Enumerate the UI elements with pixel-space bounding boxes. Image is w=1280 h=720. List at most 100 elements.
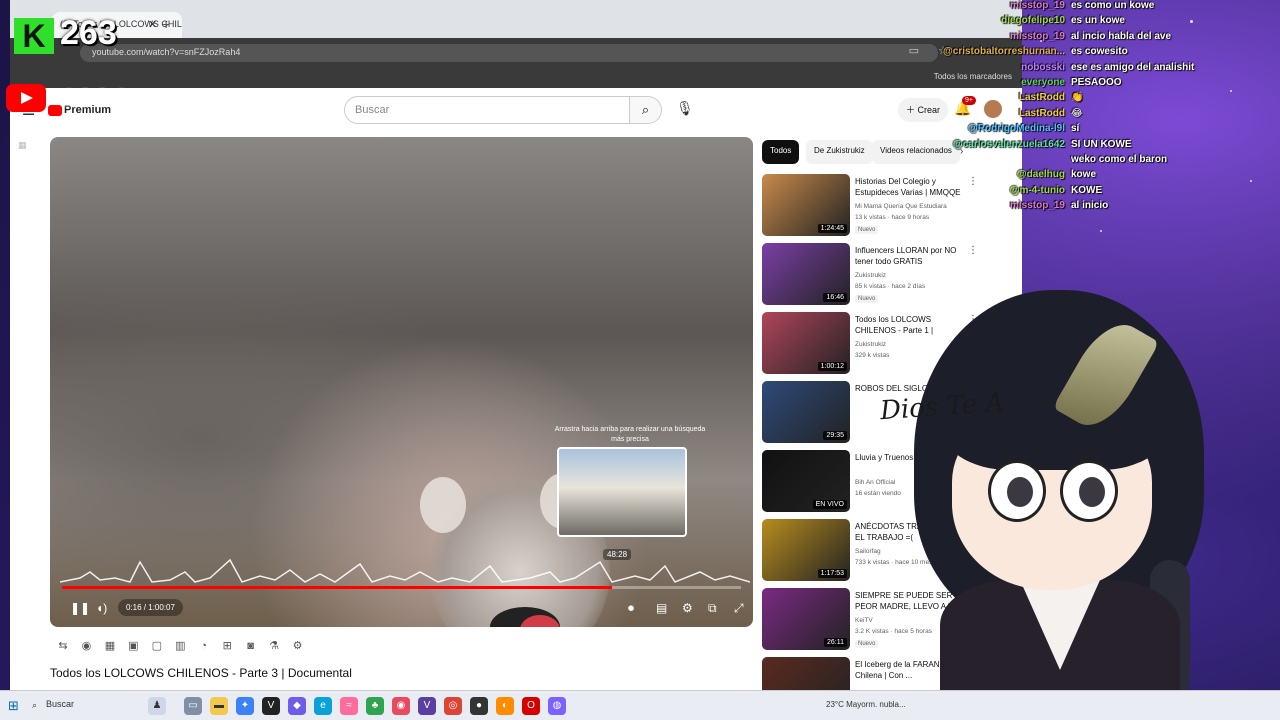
windows-start-icon[interactable]: ⊞ [8,698,19,714]
edge-icon[interactable]: e [314,697,332,715]
recommendation-thumbnail[interactable]: 1:00:12 [762,312,850,374]
video-duration: 26:11 [824,638,847,647]
chat-message: @m-4-tunio KOWE [930,185,1102,199]
bookmarks-bar: ▦ Todos los marcadores [10,68,1022,150]
youtube-header: ☰ Premium Buscar ⌕ 🎙 ＋ Crear 🔔 9+ [10,88,1022,134]
chat-text: KOWE [1071,184,1103,196]
search-icon: ⌕ [641,102,650,117]
chat-username: LastRodd [1018,92,1065,104]
windows-taskbar: ⊞ ⌕ Buscar ♟ ▭ ▬ ✦ V ◆ e ≈ ♣ ◉ V ◎ ● ◐ O… [0,690,1280,720]
taskbar-search-label[interactable]: Buscar [46,699,74,709]
frame-icon[interactable]: ▢ [150,639,164,652]
app-icon[interactable]: ◆ [288,697,306,715]
expand-icon[interactable]: ⊞ [220,639,234,652]
loop-icon[interactable]: ⇆ [56,639,70,652]
chat-message: diegofelipe10 es un kowe [930,15,1125,29]
avatar-eye-right [1060,460,1118,522]
app-green-icon[interactable]: ♣ [366,697,384,715]
volume-icon[interactable]: ◖) [96,601,107,615]
visual-studio-icon[interactable]: V [418,697,436,715]
seek-hint-text: Arrastra hacia arriba para realizar una … [554,426,706,443]
weather-tray[interactable]: 23°C Mayorm. nubla... [826,700,906,709]
chat-text: sí [1071,123,1080,135]
app-red-icon[interactable]: ◉ [392,697,410,715]
settings-gear-icon[interactable]: ⚙ [682,601,693,615]
recommendation-thumbnail[interactable]: 29:35 [762,381,850,443]
pause-icon[interactable]: ❚❚ [70,601,90,615]
recommendation-channel[interactable]: KeiTV [855,617,873,624]
speed-icon[interactable]: ◔ [197,640,211,652]
close-tab-icon[interactable]: ✕ [148,18,157,31]
chrome-icon[interactable]: ◎ [444,697,462,715]
recommendation-thumbnail[interactable]: 26:11 [762,588,850,650]
chat-message: misstop_19 es como un kowe [930,0,1154,14]
more-options-icon[interactable]: ⋮ [968,245,978,256]
url-input[interactable]: youtube.com/watch?v=snFZJozRah4 [80,44,938,62]
taskbar-search-icon[interactable]: ⌕ [32,700,37,711]
apps-grid-icon[interactable]: ▦ [18,140,27,151]
recommendation-thumbnail[interactable] [762,657,850,690]
video-duration: 29:35 [823,431,847,440]
flask-icon[interactable]: ⚗ [267,639,281,652]
chat-message: misstop_19 al incio habla del ave [930,31,1171,45]
chat-text: 😂 [1071,107,1083,119]
chat-text: al inicio [1071,200,1109,212]
chat-username: nobosski [1021,61,1065,73]
layout-icon[interactable]: ▥ [173,639,187,652]
chat-text: weko como el baron [1071,154,1168,165]
recommendation-meta: 13 k vistas · hace 9 horas [855,214,930,221]
chat-username: misstop_19 [1009,200,1065,212]
time-display: 0:16 / 1:00:07 [118,599,183,616]
copilot-icon[interactable]: ✦ [236,697,254,715]
chat-text: ese es amigo del analishit [1071,61,1195,73]
taskview-icon[interactable]: ▭ [184,697,202,715]
video-player[interactable]: Arrastra hacia arriba para realizar una … [50,137,753,627]
counter-logo: K [14,18,54,54]
search-button[interactable]: ⌕ [630,96,662,124]
app-pink-icon[interactable]: ≈ [340,697,358,715]
new-tab-icon[interactable]: + [162,16,170,32]
chip-de-zukistrukiz[interactable]: De Zukistrukiz [806,140,873,164]
fullscreen-icon[interactable]: ⤢ [734,601,744,616]
chat-username: @m-4-tunio [1009,184,1065,196]
chat-username: @daelhug [1016,169,1065,181]
terminal-icon[interactable]: V [262,697,280,715]
plus-icon: ＋ [906,105,918,115]
file-explorer-icon[interactable]: ▬ [210,697,228,715]
taskbar-person-icon[interactable]: ♟ [148,697,166,715]
recommendation-thumbnail[interactable]: 16:46 [762,243,850,305]
recommendation-thumbnail[interactable]: EN VIVO [762,450,850,512]
chat-text: 👏 [1071,92,1084,104]
app-dark-icon[interactable]: ● [470,697,488,715]
search-input[interactable]: Buscar [344,96,630,124]
firefox-icon[interactable]: ◐ [496,697,514,715]
screenshot-icon[interactable]: ▣ [126,639,140,652]
video-frame-ear-left [420,477,466,533]
miniplayer-icon[interactable]: ⧉ [708,601,717,616]
video-progress-bar[interactable] [62,586,741,589]
chat-message: weko como el baron [930,154,1167,168]
video-duration: 1:00:12 [817,362,847,371]
video-progress-fill [62,586,612,589]
chat-message: @daelhug kowe [930,169,1096,183]
microphone-icon[interactable]: 🎙 [676,100,694,117]
video-filter-icon[interactable]: ▦ [103,639,117,652]
recommendation-channel[interactable]: Sailorfag [855,548,881,555]
app-purple-icon[interactable]: ◍ [548,697,566,715]
recommendation-thumbnail[interactable]: 1:24:45 [762,174,850,236]
autoplay-toggle-icon[interactable]: ⏺ [628,601,634,616]
extension-settings-icon[interactable]: ⚙ [291,639,305,652]
chat-username: diegofelipe10 [1001,15,1065,27]
tab-strip: (8) Todos los LOLCOWS CHILENOS... ✕ + [10,0,1022,38]
chat-text: SI UN KOWE [1071,138,1132,150]
audio-waveform-overlay [60,558,750,583]
recommendation-thumbnail[interactable]: 1:17:53 [762,519,850,581]
chip-todos[interactable]: Todos [762,140,800,164]
cast-icon[interactable]: ▭ [909,45,927,57]
video-duration: 1:17:53 [817,569,847,578]
chat-username: misstop_19 [1009,30,1065,42]
camera-icon[interactable]: ◙ [244,640,258,652]
audio-icon[interactable]: ◉ [79,639,93,652]
subtitles-icon[interactable]: ▤ [656,601,667,615]
opera-icon[interactable]: O [522,697,540,715]
